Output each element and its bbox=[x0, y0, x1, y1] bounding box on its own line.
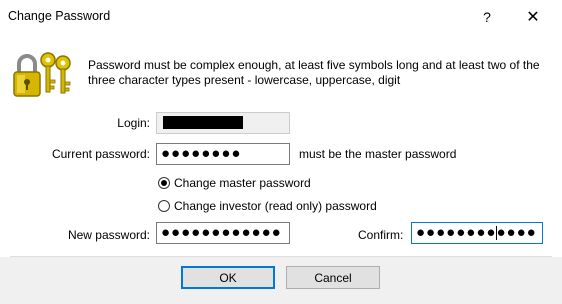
new-password-value: ●●●●●●●●●●●● bbox=[161, 224, 282, 241]
text-caret bbox=[496, 226, 497, 240]
radio-change-investor[interactable]: Change investor (read only) password bbox=[158, 199, 377, 213]
login-label: Login: bbox=[117, 116, 150, 130]
dialog-content: Password must be complex enough, at leas… bbox=[0, 34, 562, 256]
login-value-redacted bbox=[163, 116, 243, 129]
radio-investor-label: Change investor (read only) password bbox=[174, 199, 377, 213]
cancel-button[interactable]: Cancel bbox=[286, 266, 380, 289]
current-password-field[interactable]: ●●●●●●●● bbox=[156, 143, 290, 165]
radio-master-button[interactable] bbox=[158, 177, 170, 189]
radio-master-label: Change master password bbox=[174, 176, 311, 190]
ok-button[interactable]: OK bbox=[181, 266, 275, 289]
confirm-label: Confirm: bbox=[358, 228, 404, 242]
current-password-label: Current password: bbox=[51, 147, 150, 161]
radio-change-master[interactable]: Change master password bbox=[158, 176, 311, 190]
radio-investor-button[interactable] bbox=[158, 200, 170, 212]
title-bar: Change Password ? ✕ bbox=[0, 0, 562, 35]
confirm-password-field[interactable]: ●●●●●●●●●●●● bbox=[411, 222, 543, 244]
window-title: Change Password bbox=[8, 9, 111, 23]
keys-lock-icon bbox=[13, 52, 71, 97]
new-password-field[interactable]: ●●●●●●●●●●●● bbox=[156, 222, 290, 244]
help-button[interactable]: ? bbox=[464, 0, 510, 34]
current-password-hint: must be the master password bbox=[299, 147, 457, 161]
confirm-password-value: ●●●●●●●●●●●● bbox=[416, 224, 537, 241]
login-field bbox=[156, 112, 290, 134]
current-password-value: ●●●●●●●● bbox=[161, 145, 242, 162]
new-password-label: New password: bbox=[67, 228, 150, 242]
close-button[interactable]: ✕ bbox=[510, 0, 556, 34]
dialog-footer: OK Cancel bbox=[0, 257, 562, 304]
password-requirements-text: Password must be complex enough, at leas… bbox=[88, 58, 540, 87]
